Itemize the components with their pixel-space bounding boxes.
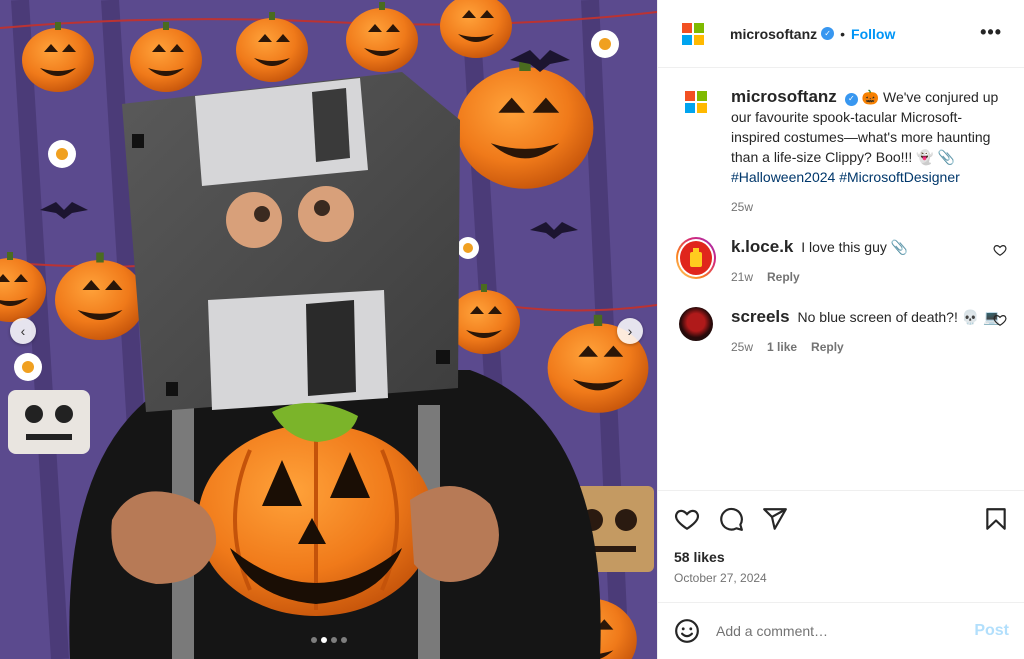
- follow-button[interactable]: Follow: [851, 26, 895, 42]
- halloween-photo: [0, 0, 657, 659]
- commenter-avatar[interactable]: [676, 237, 716, 279]
- comment-text: No blue screen of death?! 💀 💻: [797, 309, 1001, 325]
- comment-text: I love this guy 📎: [801, 239, 909, 255]
- likes-count[interactable]: 58 likes: [674, 549, 1009, 565]
- post-header: microsoftanz ✓ • Follow •••: [658, 0, 1024, 68]
- share-icon[interactable]: [762, 506, 788, 532]
- comment-time[interactable]: 25w: [731, 337, 753, 357]
- carousel-dot-active: [320, 637, 327, 643]
- heart-icon[interactable]: [674, 506, 700, 532]
- comment-item: screels No blue screen of death?! 💀 💻 25…: [676, 307, 1007, 357]
- like-comment-heart-icon[interactable]: [993, 243, 1007, 257]
- chevron-right-icon: ›: [627, 323, 633, 339]
- carousel-prev-button[interactable]: ‹: [10, 318, 36, 344]
- chevron-left-icon: ‹: [20, 323, 26, 339]
- separator-dot: •: [840, 25, 846, 42]
- verified-badge-icon: ✓: [821, 27, 835, 40]
- commenter-avatar[interactable]: [679, 307, 713, 341]
- comment-item: k.loce.k I love this guy 📎 21w Reply: [676, 237, 1007, 287]
- bookmark-icon[interactable]: [983, 506, 1009, 532]
- caption: microsoftanz ✓ 🎃 We've conjured up our fa…: [676, 87, 1007, 217]
- post-date: October 27, 2024: [674, 571, 767, 585]
- like-comment-heart-icon[interactable]: [993, 313, 1007, 327]
- more-options-icon[interactable]: •••: [980, 22, 1002, 43]
- carousel-indicator: [0, 637, 657, 643]
- carousel-next-button[interactable]: ›: [617, 318, 643, 344]
- author-username[interactable]: microsoftanz: [730, 26, 817, 42]
- emoji-icon[interactable]: [674, 618, 700, 644]
- post-panel: microsoftanz ✓ • Follow ••• microsoftanz…: [657, 0, 1024, 659]
- comment-input[interactable]: [716, 623, 956, 639]
- comment-username[interactable]: k.loce.k: [731, 237, 793, 256]
- comment-likes[interactable]: 1 like: [767, 337, 797, 357]
- microsoft-logo-icon[interactable]: [685, 91, 707, 113]
- post-comment-button[interactable]: Post: [974, 622, 1009, 640]
- reply-button[interactable]: Reply: [811, 337, 844, 357]
- mustard-bottle-icon: [690, 248, 702, 267]
- comment-icon[interactable]: [718, 506, 744, 532]
- caption-time[interactable]: 25w: [731, 197, 753, 217]
- post-image-carousel[interactable]: ‹ ›: [0, 0, 657, 659]
- reply-button[interactable]: Reply: [767, 267, 800, 287]
- caption-username[interactable]: microsoftanz: [731, 87, 837, 106]
- verified-badge-icon: ✓: [844, 92, 858, 106]
- comment-composer: Post: [658, 602, 1024, 659]
- carousel-dot: [310, 637, 317, 643]
- carousel-dot: [330, 637, 337, 643]
- author-avatar[interactable]: [676, 17, 710, 51]
- comment-time[interactable]: 21w: [731, 267, 753, 287]
- comments-list[interactable]: microsoftanz ✓ 🎃 We've conjured up our fa…: [658, 69, 1024, 489]
- comment-username[interactable]: screels: [731, 307, 790, 326]
- caption-hashtags[interactable]: #Halloween2024 #MicrosoftDesigner: [731, 169, 960, 185]
- microsoft-logo-icon: [682, 22, 704, 45]
- post-actions: 58 likes October 27, 2024: [658, 490, 1024, 602]
- carousel-dot: [340, 637, 347, 643]
